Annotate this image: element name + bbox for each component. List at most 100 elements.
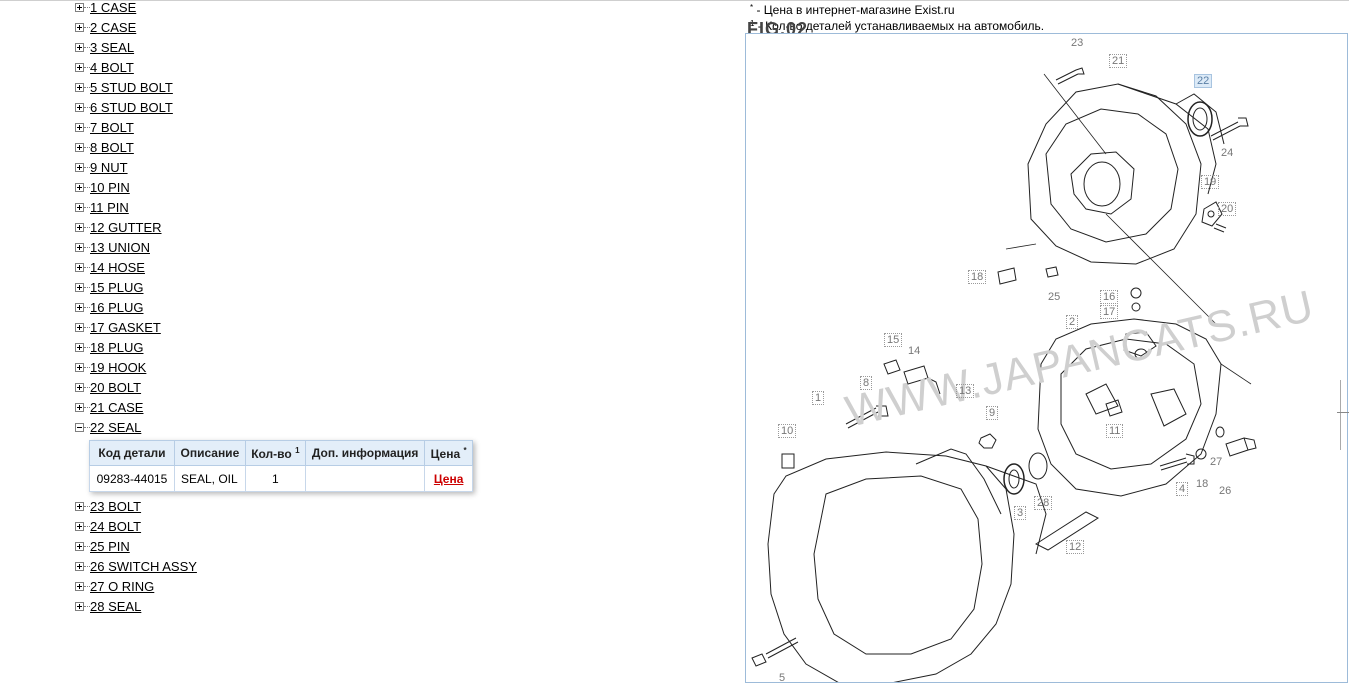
callout-11: 11	[1106, 424, 1124, 438]
price-link[interactable]: Цена	[434, 472, 464, 486]
expand-toggle-icon[interactable]	[75, 82, 84, 92]
part-link[interactable]: 3 SEAL	[90, 40, 134, 55]
callout-8: 8	[860, 376, 873, 390]
expand-toggle-icon[interactable]	[75, 322, 84, 332]
part-link[interactable]: 6 STUD BOLT	[90, 100, 173, 115]
callout-2: 2	[1066, 315, 1079, 329]
col-header-info: Доп. информация	[304, 440, 426, 466]
qty-footnote-mark: 1	[295, 445, 300, 455]
part-link[interactable]: 21 CASE	[90, 400, 143, 415]
tree-item: 19 HOOK	[75, 357, 735, 377]
tree-item: 15 PLUG	[75, 277, 735, 297]
part-link[interactable]: 10 PIN	[90, 180, 130, 195]
expand-toggle-icon[interactable]	[75, 102, 84, 112]
expand-toggle-icon[interactable]	[75, 581, 84, 591]
tree-item: 4 BOLT	[75, 57, 735, 77]
part-link[interactable]: 14 HOSE	[90, 260, 145, 275]
part-link[interactable]: 17 GASKET	[90, 320, 161, 335]
tree-item: 6 STUD BOLT	[75, 97, 735, 117]
part-price-cell: Цена	[424, 465, 473, 492]
expand-toggle-icon[interactable]	[75, 2, 84, 12]
expand-toggle-icon[interactable]	[75, 142, 84, 152]
tree-item: 20 BOLT	[75, 377, 735, 397]
expand-toggle-icon[interactable]	[75, 222, 84, 232]
expand-toggle-icon[interactable]	[75, 561, 84, 571]
expand-toggle-icon[interactable]	[75, 362, 84, 372]
tree-item: 17 GASKET	[75, 317, 735, 337]
tree-item: 13 UNION	[75, 237, 735, 257]
expand-toggle-icon[interactable]	[75, 501, 84, 511]
tree-item: 1 CASE	[75, 0, 735, 17]
scrollbar-edge[interactable]	[1340, 380, 1341, 450]
part-link[interactable]: 24 BOLT	[90, 519, 141, 534]
callout-26: 26	[1219, 485, 1232, 497]
tree-item: 26 SWITCH ASSY	[75, 556, 735, 576]
table-row: 09283-44015 SEAL, OIL 1 Цена	[89, 465, 473, 492]
expand-toggle-icon[interactable]	[75, 162, 84, 172]
tree-item: 11 PIN	[75, 197, 735, 217]
expand-toggle-icon[interactable]	[75, 601, 84, 611]
callout-28: 28	[1034, 496, 1053, 510]
part-qty-cell: 1	[244, 465, 306, 492]
callout-18-lower: 18	[1196, 478, 1209, 490]
part-link[interactable]: 22 SEAL	[90, 420, 141, 435]
part-link[interactable]: 26 SWITCH ASSY	[90, 559, 197, 574]
tree-item: 23 BOLT	[75, 496, 735, 516]
collapse-toggle-icon[interactable]	[75, 422, 84, 432]
part-link[interactable]: 28 SEAL	[90, 599, 141, 614]
part-link[interactable]: 5 STUD BOLT	[90, 80, 173, 95]
part-link[interactable]: 25 PIN	[90, 539, 130, 554]
part-link[interactable]: 19 HOOK	[90, 360, 146, 375]
expand-toggle-icon[interactable]	[75, 382, 84, 392]
part-link[interactable]: 11 PIN	[90, 200, 129, 215]
part-link[interactable]: 15 PLUG	[90, 280, 143, 295]
expand-toggle-icon[interactable]	[75, 22, 84, 32]
part-link[interactable]: 16 PLUG	[90, 300, 143, 315]
part-link[interactable]: 23 BOLT	[90, 499, 141, 514]
callout-12: 12	[1066, 540, 1085, 554]
expand-toggle-icon[interactable]	[75, 62, 84, 72]
part-link[interactable]: 18 PLUG	[90, 340, 143, 355]
part-link[interactable]: 20 BOLT	[90, 380, 141, 395]
callout-22[interactable]: 22	[1194, 74, 1213, 88]
col-header-price: Цена *	[424, 440, 473, 466]
part-link[interactable]: 27 O RING	[90, 579, 154, 594]
tree-item: 21 CASE	[75, 397, 735, 417]
expand-toggle-icon[interactable]	[75, 402, 84, 412]
expand-toggle-icon[interactable]	[75, 42, 84, 52]
expand-toggle-icon[interactable]	[75, 302, 84, 312]
part-link[interactable]: 13 UNION	[90, 240, 150, 255]
col-header-price-text: Цена	[430, 446, 461, 461]
expand-toggle-icon[interactable]	[75, 202, 84, 212]
expand-toggle-icon[interactable]	[75, 182, 84, 192]
expand-toggle-icon[interactable]	[75, 242, 84, 252]
tree-item: 16 PLUG	[75, 297, 735, 317]
exploded-diagram-panel: WWW.JAPANCATS.RU 23 21 22 24 19 20 18 25…	[745, 33, 1348, 683]
col-header-qty-text: Кол-во	[251, 446, 292, 461]
part-link[interactable]: 7 BOLT	[90, 120, 134, 135]
part-link[interactable]: 2 CASE	[90, 20, 136, 35]
part-link[interactable]: 1 CASE	[90, 0, 136, 15]
col-header-desc: Описание	[173, 440, 246, 466]
part-link[interactable]: 8 BOLT	[90, 140, 134, 155]
tree-item: 12 GUTTER	[75, 217, 735, 237]
part-link[interactable]: 4 BOLT	[90, 60, 134, 75]
tree-item: 9 NUT	[75, 157, 735, 177]
part-link[interactable]: 12 GUTTER	[90, 220, 162, 235]
callout-4: 4	[1176, 482, 1189, 496]
tree-item: 7 BOLT	[75, 117, 735, 137]
part-link[interactable]: 9 NUT	[90, 160, 128, 175]
scrollbar-tick	[1337, 412, 1349, 413]
callout-27: 27	[1210, 456, 1223, 468]
part-info-cell	[304, 465, 426, 492]
part-detail-popup: Код детали Описание Кол-во 1 Доп. информаци…	[89, 440, 473, 492]
expand-toggle-icon[interactable]	[75, 262, 84, 272]
expand-toggle-icon[interactable]	[75, 122, 84, 132]
callout-14: 14	[908, 345, 921, 357]
expand-toggle-icon[interactable]	[75, 342, 84, 352]
expand-toggle-icon[interactable]	[75, 541, 84, 551]
col-header-qty: Кол-во 1	[244, 440, 306, 466]
callout-9: 9	[986, 406, 999, 420]
expand-toggle-icon[interactable]	[75, 282, 84, 292]
expand-toggle-icon[interactable]	[75, 521, 84, 531]
